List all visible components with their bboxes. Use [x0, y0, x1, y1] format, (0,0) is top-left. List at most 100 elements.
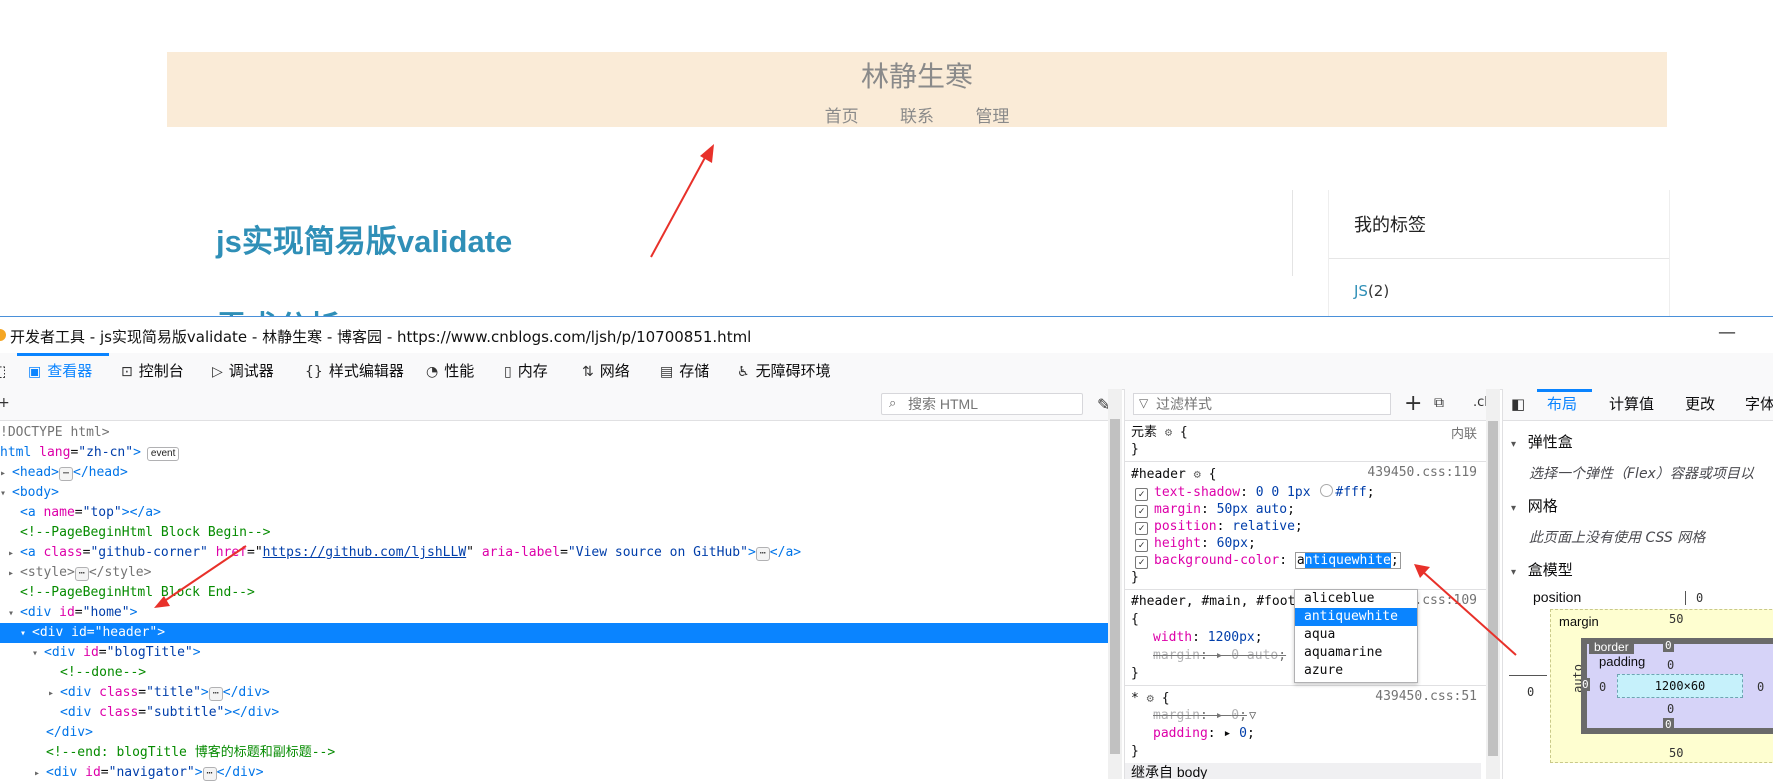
tab-console[interactable]: ⊡ 控制台 — [121, 353, 184, 389]
flexbox-section-header[interactable]: ▾ 弹性盒 — [1511, 431, 1573, 452]
grid-section-header[interactable]: ▾ 网格 — [1511, 495, 1558, 516]
ellipsis-badge[interactable]: ⋯ — [755, 547, 770, 561]
property-value-editor[interactable]: antiquewhite; — [1294, 552, 1401, 569]
property-value[interactable]: 50px auto — [1217, 502, 1287, 517]
href-link[interactable]: https://github.com/ljshLLW — [263, 545, 467, 560]
attr-value[interactable]: "header" — [95, 625, 158, 640]
tree-node-blogtitle[interactable]: ▾ <div id="blogTitle"> — [0, 643, 1140, 663]
collapse-triangle-icon[interactable]: ▾ — [0, 484, 12, 504]
property-name[interactable]: margin — [1153, 648, 1200, 663]
gear-icon[interactable]: ⚙ — [1165, 425, 1172, 439]
css-declaration-overridden[interactable]: margin: ▸ 0; — [1153, 707, 1247, 725]
tree-node-home[interactable]: ▾ <div id="home"> — [0, 603, 1116, 623]
attr-value[interactable]: "title" — [146, 685, 201, 700]
attr-value[interactable]: "View source on GitHub" — [568, 545, 748, 560]
position-left-value[interactable]: 0 — [1527, 685, 1534, 699]
property-value[interactable]: relative — [1232, 519, 1295, 534]
padding-right-value[interactable]: 0 — [1757, 680, 1764, 694]
rule-source[interactable]: 内联 — [1451, 423, 1477, 442]
collapse-triangle-icon[interactable]: ▾ — [1511, 439, 1523, 450]
nav-home-link[interactable]: 首页 — [825, 107, 859, 127]
tree-node-style[interactable]: ▸ <style> ⋯ </style> — [0, 563, 1116, 583]
nav-contact-link[interactable]: 联系 — [900, 107, 934, 127]
expand-triangle-icon[interactable]: ▸ — [8, 544, 20, 564]
boxmodel-section-header[interactable]: ▾ 盒模型 — [1511, 559, 1573, 580]
tree-node-html[interactable]: html lang="zh-cn"> event — [0, 443, 1108, 463]
tree-node-comment[interactable]: <!--end: blogTitle 博客的标题和副标题--> — [0, 743, 1154, 763]
tree-node-subtitle[interactable]: <div class="subtitle"></div> — [0, 703, 1168, 723]
rule-source-link[interactable]: .css:109 — [1414, 593, 1477, 608]
property-value[interactable]: 60px — [1217, 536, 1248, 551]
attr-value[interactable]: "blogTitle" — [107, 645, 193, 660]
property-value[interactable]: #fff — [1335, 485, 1366, 500]
tab-debugger[interactable]: ▷ 调试器 — [212, 353, 274, 389]
tab-performance[interactable]: ◔ 性能 — [426, 353, 474, 389]
tree-node-comment[interactable]: <!--PageBeginHtml Block End--> — [0, 583, 1128, 603]
tab-computed[interactable]: 计算值 — [1609, 389, 1654, 420]
attr-value[interactable]: "top" — [83, 505, 122, 520]
padding-top-value[interactable]: 0 — [1667, 658, 1674, 672]
property-name[interactable]: padding — [1153, 726, 1208, 741]
header-main-foot-rule-selector[interactable]: #header, #main, #foot — [1131, 593, 1295, 611]
event-badge[interactable]: event — [146, 447, 180, 461]
padding-bottom-value[interactable]: 0 — [1667, 702, 1674, 716]
attr-value[interactable]: "subtitle" — [146, 705, 224, 720]
element-rule-selector[interactable]: 元素 ⚙ { — [1131, 423, 1188, 441]
expand-triangle-icon[interactable]: ▸ — [8, 564, 20, 584]
gear-icon[interactable]: ⚙ — [1194, 467, 1201, 481]
tag-name[interactable]: JS — [1354, 282, 1368, 300]
property-name[interactable]: text-shadow — [1154, 485, 1240, 500]
tree-node-navigator[interactable]: ▸ <div id="navigator"> ⋯ </div> — [0, 763, 1142, 783]
ellipsis-badge[interactable]: ⋯ — [202, 767, 217, 781]
property-value[interactable]: 0 — [1239, 726, 1247, 741]
gear-icon[interactable]: ⚙ — [1147, 691, 1154, 705]
collapse-triangle-icon[interactable]: ▾ — [1511, 503, 1523, 514]
property-name[interactable]: margin — [1154, 502, 1201, 517]
ellipsis-badge[interactable]: ⋯ — [74, 567, 89, 581]
tree-node-comment[interactable]: <!--done--> — [0, 663, 1168, 683]
padding-left-value[interactable]: 0 — [1599, 680, 1606, 694]
tab-inspector[interactable]: ▣ 查看器 — [28, 353, 92, 389]
add-rule-button[interactable]: + — [1404, 391, 1422, 416]
search-html-input[interactable] — [881, 393, 1083, 415]
property-value[interactable]: 0 — [1231, 708, 1239, 723]
attr-value[interactable]: "github-corner" — [90, 545, 207, 560]
tab-accessibility[interactable]: ♿ 无障碍环境 — [737, 353, 831, 389]
collapse-triangle-icon[interactable]: ▾ — [32, 644, 44, 664]
border-top-value[interactable]: 0 — [1663, 639, 1674, 652]
declaration-checkbox[interactable]: ✓ — [1135, 522, 1148, 535]
html-pane-scrollbar[interactable] — [1108, 389, 1122, 779]
property-name[interactable]: width — [1153, 630, 1192, 645]
tree-node-doctype[interactable]: !DOCTYPE html> — [0, 423, 1108, 443]
scrollbar-thumb[interactable] — [1488, 421, 1498, 756]
tree-node-header-selected[interactable]: ▾ <div id="header"> — [0, 623, 1108, 643]
declaration-checkbox[interactable]: ✓ — [1135, 505, 1148, 518]
css-declaration-editing[interactable]: ✓ background-color: antiquewhite; — [1135, 552, 1401, 570]
ellipsis-badge[interactable]: ⋯ — [58, 467, 73, 481]
autocomplete-option[interactable]: aquamarine — [1295, 644, 1417, 662]
tab-storage[interactable]: ▤ 存储 — [660, 353, 709, 389]
universal-rule-selector[interactable]: * ⚙ { — [1131, 689, 1170, 707]
property-value[interactable]: 0 0 1px — [1256, 485, 1311, 500]
tab-style-editor[interactable]: {} 样式编辑器 — [305, 353, 404, 389]
add-node-icon[interactable]: + — [0, 395, 10, 411]
property-name[interactable]: height — [1154, 536, 1201, 551]
property-name[interactable]: background-color — [1154, 553, 1279, 568]
filter-styles-input[interactable] — [1133, 393, 1391, 415]
css-declaration[interactable]: ✓ height: 60px; — [1135, 535, 1256, 553]
autocomplete-option[interactable]: azure — [1295, 662, 1417, 680]
rule-source-link[interactable]: 439450.css:119 — [1367, 465, 1477, 480]
toggle-sidebar-icon[interactable]: ◧ — [1511, 395, 1525, 413]
rules-pane-scrollbar[interactable] — [1486, 389, 1500, 779]
tree-node-github-corner[interactable]: ▸ <a class="github-corner" href="https://… — [0, 543, 1116, 563]
blog-title[interactable]: 林静生寒 — [167, 55, 1667, 95]
tab-network[interactable]: ⇅ 网络 — [582, 353, 630, 389]
tab-fonts[interactable]: 字体 — [1745, 389, 1773, 420]
property-value[interactable]: 0 auto — [1231, 648, 1278, 663]
tree-node-title[interactable]: ▸ <div class="title"> ⋯ </div> — [0, 683, 1156, 703]
property-name[interactable]: margin — [1153, 708, 1200, 723]
post-title[interactable]: js实现简易版validate — [216, 216, 512, 261]
collapse-triangle-icon[interactable]: ▾ — [1511, 567, 1523, 578]
tab-changes[interactable]: 更改 — [1685, 389, 1715, 420]
tree-node-comment[interactable]: <!--PageBeginHtml Block Begin--> — [0, 523, 1128, 543]
